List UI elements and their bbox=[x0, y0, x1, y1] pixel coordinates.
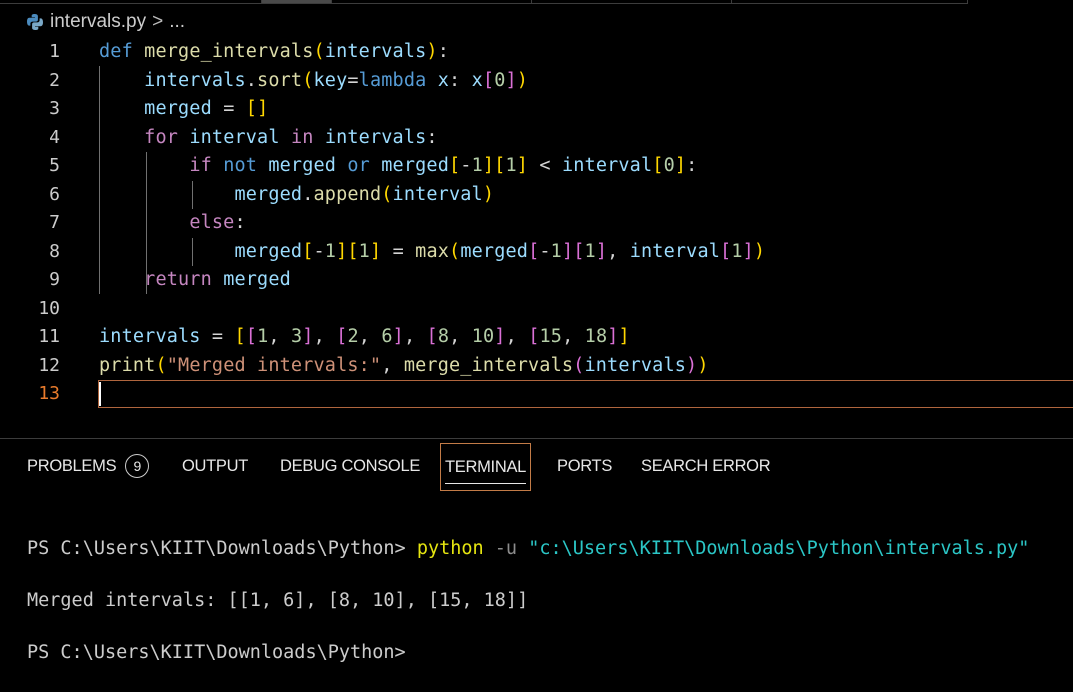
tab-debug-console[interactable]: DEBUG CONSOLE bbox=[280, 440, 420, 492]
code-line: 11 intervals = [[1, 3], [2, 6], [8, 10],… bbox=[0, 323, 1073, 352]
tab-ports-label: PORTS bbox=[557, 456, 613, 475]
breadcrumb-file[interactable]: intervals.py bbox=[50, 11, 146, 33]
code-line: 1 def merge_intervals(intervals): bbox=[0, 38, 1073, 67]
problems-count-badge: 9 bbox=[125, 454, 150, 478]
code-line: 5 if not merged or merged[-1][1] < inter… bbox=[0, 152, 1073, 181]
terminal-prompt: PS C:\Users\KIIT\Downloads\Python> bbox=[27, 538, 417, 559]
terminal-output: Merged intervals: [[1, 6], [8, 10], [15,… bbox=[27, 590, 529, 611]
panel-tab-bar: PROBLEMS 9 OUTPUT DEBUG CONSOLE TERMINAL… bbox=[0, 440, 1073, 492]
tab-search-error-label: SEARCH ERROR bbox=[641, 456, 771, 475]
line-number: 8 bbox=[49, 240, 60, 262]
line-number: 1 bbox=[49, 41, 60, 62]
active-tab-underline bbox=[445, 483, 527, 484]
tab-segment[interactable] bbox=[732, 0, 968, 4]
tab-ports[interactable]: PORTS bbox=[557, 440, 612, 492]
code-line: 4 for interval in intervals: bbox=[0, 124, 1073, 153]
line-number: 6 bbox=[49, 183, 60, 205]
line-number: 2 bbox=[49, 69, 60, 91]
tab-output[interactable]: OUTPUT bbox=[182, 440, 248, 492]
tab-segment[interactable] bbox=[0, 0, 262, 4]
code-editor[interactable]: 1 def merge_intervals(intervals): 2 inte… bbox=[0, 38, 1073, 424]
terminal-line: PS C:\Users\KIIT\Downloads\Python> pytho… bbox=[27, 536, 1029, 562]
code-text: return merged bbox=[144, 269, 291, 290]
code-text: else: bbox=[189, 212, 246, 233]
tab-segment[interactable] bbox=[332, 0, 532, 4]
editor-tab-strip bbox=[0, 0, 1073, 4]
terminal-command: python bbox=[416, 538, 484, 559]
tab-segment[interactable] bbox=[532, 0, 732, 4]
code-text: intervals.sort(key=lambda x: x[0]) bbox=[144, 69, 529, 91]
terminal-prompt: PS C:\Users\KIIT\Downloads\Python> bbox=[27, 642, 406, 663]
tab-debug-console-label: DEBUG CONSOLE bbox=[280, 456, 421, 475]
line-number: 4 bbox=[49, 126, 60, 148]
line-number: 5 bbox=[49, 155, 60, 176]
code-text: merged = [] bbox=[144, 98, 269, 119]
line-number: 7 bbox=[49, 212, 60, 233]
tab-terminal[interactable]: TERMINAL bbox=[440, 443, 532, 491]
panel-divider bbox=[0, 438, 1073, 439]
line-number: 11 bbox=[38, 326, 60, 347]
code-line: 8 merged[-1][1] = max(merged[-1][1], int… bbox=[0, 238, 1073, 267]
code-text: def merge_intervals(intervals): bbox=[99, 41, 449, 62]
tab-segment-active[interactable] bbox=[262, 0, 332, 4]
tab-problems[interactable]: PROBLEMS 9 bbox=[27, 440, 150, 492]
tab-problems-label: PROBLEMS bbox=[27, 456, 117, 475]
code-line: 7 else: bbox=[0, 209, 1073, 238]
code-text: for interval in intervals: bbox=[144, 126, 438, 148]
code-text: print("Merged intervals:", merge_interva… bbox=[99, 354, 709, 376]
python-icon bbox=[26, 13, 44, 31]
code-text: if not merged or merged[-1][1] < interva… bbox=[189, 155, 698, 176]
code-line: 6 merged.append(interval) bbox=[0, 181, 1073, 210]
tab-output-label: OUTPUT bbox=[182, 456, 249, 475]
terminal[interactable]: PS C:\Users\KIIT\Downloads\Python> pytho… bbox=[27, 510, 1029, 692]
code-line: 9 return merged bbox=[0, 266, 1073, 295]
code-line: 12 print("Merged intervals:", merge_inte… bbox=[0, 352, 1073, 381]
line-number: 12 bbox=[38, 354, 60, 376]
code-line: 2 intervals.sort(key=lambda x: x[0]) bbox=[0, 67, 1073, 96]
line-number: 9 bbox=[49, 269, 60, 290]
line-number-current: 13 bbox=[38, 383, 60, 404]
code-line: 3 merged = [] bbox=[0, 95, 1073, 124]
terminal-argument: "c:\Users\KIIT\Downloads\Python\interval… bbox=[528, 538, 1030, 559]
code-line: 13 bbox=[0, 380, 1073, 409]
breadcrumb: intervals.py > ... bbox=[26, 9, 185, 35]
line-number: 3 bbox=[49, 98, 60, 119]
breadcrumb-symbols[interactable]: ... bbox=[169, 11, 185, 33]
code-text: merged[-1][1] = max(merged[-1][1], inter… bbox=[234, 240, 766, 262]
code-text: intervals = [[1, 3], [2, 6], [8, 10], [1… bbox=[99, 326, 630, 347]
line-number: 10 bbox=[38, 297, 60, 319]
breadcrumb-separator: > bbox=[152, 11, 164, 32]
code-text: merged.append(interval) bbox=[234, 183, 495, 205]
code-line: 10 bbox=[0, 295, 1073, 324]
tab-terminal-label: TERMINAL bbox=[445, 457, 527, 476]
tab-search-error[interactable]: SEARCH ERROR bbox=[641, 440, 771, 492]
terminal-flag: -u bbox=[483, 538, 529, 559]
